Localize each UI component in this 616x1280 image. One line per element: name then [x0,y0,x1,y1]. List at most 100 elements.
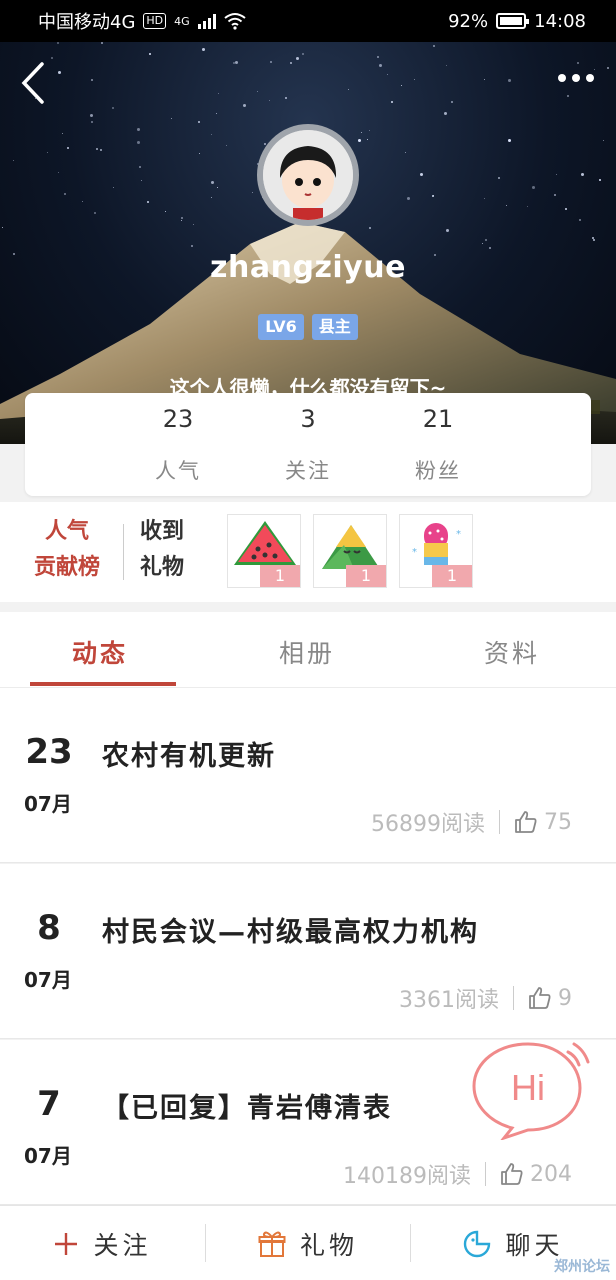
thumbs-up-icon [501,1163,523,1185]
star-dot [432,195,434,197]
gift-box-icon [258,1231,286,1257]
active-tab-indicator [30,682,176,686]
star-dot [147,201,149,203]
star-dot [508,79,511,82]
stat-following[interactable]: 3 关注 [258,405,358,485]
dot-icon [586,74,594,82]
avatar[interactable] [257,124,359,226]
svg-text:*: * [412,547,417,558]
star-dot [171,118,172,119]
feed-item[interactable]: 8 07月 村民会议—村级最高权力机构 3361阅读 9 [0,864,616,1039]
battery-percent: 92% [448,10,489,32]
star-dot [603,140,604,141]
star-dot [296,57,299,60]
stat-popularity[interactable]: 23 人气 [128,405,228,485]
level-badge: LV6 [258,314,304,340]
post-title: 农村有机更新 [102,741,276,772]
gift-item-popsicle[interactable]: * * 1 [399,514,473,588]
follow-button[interactable]: 关注 [0,1206,205,1280]
star-dot [269,100,270,101]
star-dot [484,79,485,80]
star-dot [377,56,379,58]
contribution-rank-link[interactable]: 人气 贡献榜 [26,514,108,586]
bottom-action-bar: 关注 礼物 聊天 郑州论坛 [0,1205,616,1280]
star-dot [567,95,569,97]
gift-count: 1 [346,565,386,587]
rank-label-line1: 人气 [44,519,89,544]
star-dot [211,181,214,184]
star-dot [233,62,235,64]
thumbs-up-icon [515,811,537,833]
like-count: 9 [558,985,572,1011]
star-dot [405,152,406,153]
read-count: 3361阅读 [399,988,499,1013]
read-count: 56899阅读 [371,812,485,837]
star-dot [599,179,601,181]
gift-item-zongzi[interactable]: 1 [313,514,387,588]
star-dot [149,53,151,55]
post-meta: 140189阅读 204 [343,1158,572,1190]
star-dot [401,85,402,86]
status-left: 中国移动4G HD 4G [38,8,246,34]
tab-album[interactable]: 相册 [279,634,335,670]
clock: 14:08 [534,10,586,32]
star-dot [62,133,63,134]
carrier-label: 中国移动4G [38,12,136,33]
gift-button[interactable]: 礼物 [206,1206,410,1280]
like-button[interactable]: 9 [528,986,572,1011]
stat-label: 人气 [155,459,201,483]
star-dot [556,174,557,175]
star-dot [391,101,393,103]
tab-posts[interactable]: 动态 [72,634,128,670]
network-label: 4G [174,14,190,28]
chat-icon [464,1230,491,1257]
star-dot [498,177,500,179]
gift-count: 1 [432,565,472,587]
star-dot [607,67,609,69]
like-button[interactable]: 75 [514,810,572,835]
hd-icon: HD [143,13,167,29]
post-day: 8 [37,908,61,948]
stat-fans[interactable]: 21 粉丝 [388,405,488,485]
star-dot [358,139,361,142]
gift-item-watermelon[interactable]: 1 [227,514,301,588]
star-dot [101,42,103,44]
stat-label: 关注 [285,459,331,483]
hi-text: Hi [511,1067,545,1108]
username: zhangziyue [210,250,406,285]
star-dot [446,65,447,66]
star-dot [407,197,410,200]
gift-row: 人气 贡献榜 收到 礼物 1 1 * * 1 [0,502,616,602]
star-dot [216,113,217,114]
feed-item[interactable]: 23 07月 农村有机更新 56899阅读 75 [0,688,616,863]
read-count: 140189阅读 [343,1164,471,1189]
star-dot [433,45,435,47]
star-dot [96,148,98,150]
star-dot [420,173,423,176]
star-dot [554,194,556,196]
star-dot [290,62,292,64]
star-dot [199,153,200,154]
more-options-button[interactable] [558,74,594,82]
dot-icon [558,74,566,82]
svg-text:*: * [456,529,461,540]
back-button[interactable] [18,60,58,106]
star-dot [64,193,66,195]
star-dot [243,104,246,107]
tab-profile-info[interactable]: 资料 [484,634,540,670]
plus-icon [55,1232,78,1255]
star-dot [57,42,59,44]
star-dot [451,101,453,103]
star-dot [257,91,258,92]
star-dot [387,74,388,75]
title-badge: 县主 [311,314,358,340]
star-dot [211,197,212,198]
star-dot [285,97,287,99]
post-title: 村民会议—村级最高权力机构 [102,917,479,948]
like-button[interactable]: 204 [500,1162,572,1187]
stat-value: 3 [300,405,316,433]
dot-icon [572,74,580,82]
rank-label-line2: 贡献榜 [33,555,100,580]
hi-chat-bubble[interactable]: Hi [470,1036,596,1142]
post-day: 7 [37,1084,61,1124]
